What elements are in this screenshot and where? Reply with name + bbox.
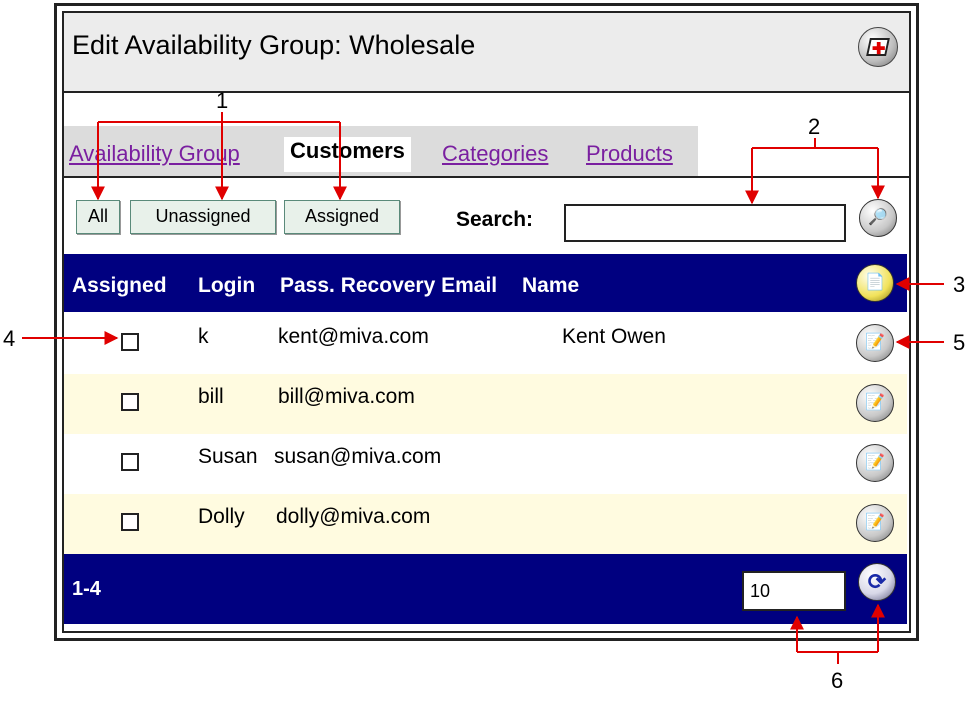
callout-1-label: 1 (216, 88, 229, 113)
callout-6-bracket (797, 651, 878, 664)
callout-overlay (22, 112, 944, 664)
callout-2-label: 2 (808, 114, 821, 139)
callout-6-label: 6 (831, 668, 844, 693)
callout-5-label: 5 (953, 330, 966, 355)
callout-3-label: 3 (953, 272, 966, 297)
callout-4-label: 4 (3, 326, 16, 351)
